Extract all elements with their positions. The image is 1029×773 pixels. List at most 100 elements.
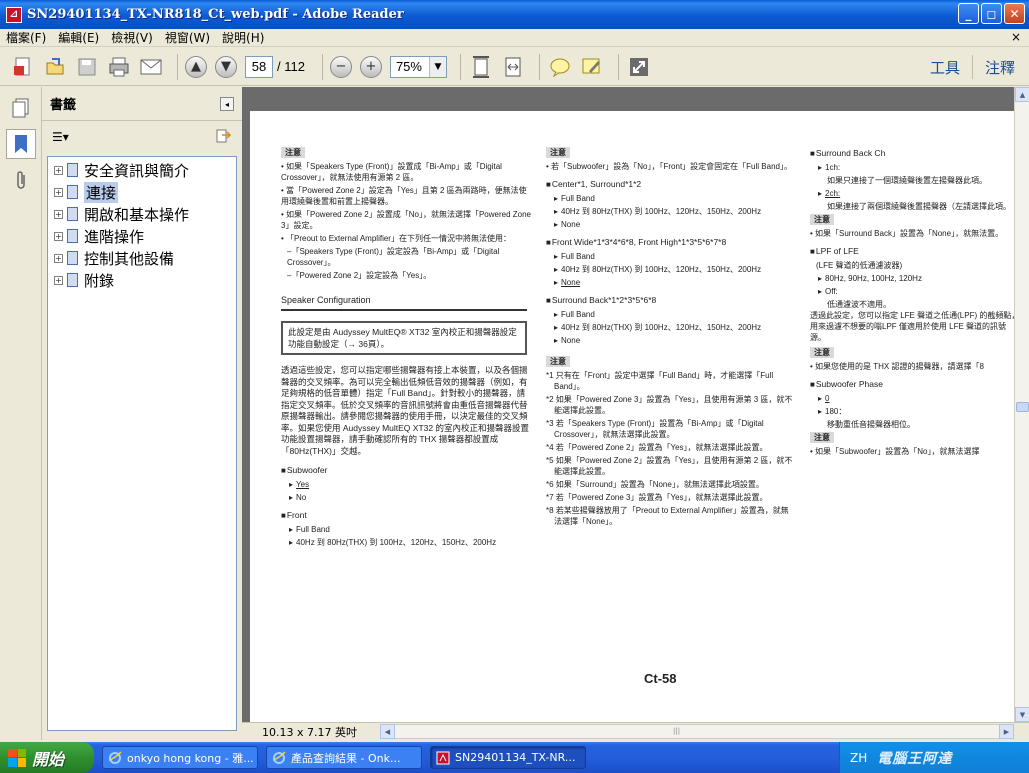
page-column-1: 注意 • 如果「Speakers Type (Front)」設置成「Bi-Amp… (281, 145, 531, 550)
start-button[interactable]: 開始 (0, 742, 94, 773)
find-bookmark-icon[interactable] (216, 127, 232, 147)
scroll-grip[interactable]: ||| (673, 727, 680, 735)
setting-heading: Surround Back Ch (810, 148, 1014, 159)
zoom-in-icon[interactable]: + (359, 55, 382, 78)
setting-option: No (281, 492, 531, 503)
option-label: 2ch: (825, 189, 841, 198)
taskbar-item[interactable]: onkyo hong kong - 雅... (102, 746, 258, 769)
fit-page-icon[interactable] (468, 54, 494, 80)
setting-option: None (546, 219, 794, 230)
page-total: / 112 (277, 59, 305, 74)
expand-icon[interactable]: + (54, 165, 63, 175)
scroll-up-icon[interactable]: ▲ (1015, 87, 1029, 102)
bookmarks-icon[interactable] (6, 129, 36, 159)
menu-file[interactable]: 檔案(F) (0, 29, 52, 46)
zoom-value: 75% (395, 58, 422, 74)
footnote: *5 如果「Powered Zone 2」設置為「Yes」，且使用有源第 2 區… (546, 456, 793, 476)
fullscreen-icon[interactable] (626, 54, 652, 80)
chevron-down-icon[interactable]: ▼ (428, 56, 446, 77)
note-tag: 注意 (810, 432, 834, 443)
collapse-panel-button[interactable]: ◂ (220, 97, 234, 111)
bookmark-item-appendix[interactable]: + 附錄 (48, 269, 236, 291)
bookmark-item-safety[interactable]: + 安全資訊與簡介 (48, 159, 236, 181)
option-description: 如果連接了兩個環繞聲後置揚聲器（左請選擇此項。 (827, 202, 1011, 211)
maximize-button[interactable]: ◻ (981, 3, 1002, 24)
note-item: • 當「Powered Zone 2」設定為「Yes」且第 2 區為兩路時，便無… (281, 186, 527, 206)
close-document-button[interactable]: × (1011, 30, 1021, 44)
bookmark-item-advanced-operation[interactable]: + 進階操作 (48, 225, 236, 247)
document-viewport[interactable]: 注意 • 如果「Speakers Type (Front)」設置成「Bi-Amp… (242, 87, 1014, 722)
setting-option: None (546, 335, 794, 346)
zoom-select[interactable]: 75% ▼ (389, 55, 447, 78)
page-up-icon[interactable]: ▲ (185, 55, 207, 78)
pdf-page: 注意 • 如果「Speakers Type (Front)」設置成「Bi-Amp… (250, 111, 1014, 722)
open-icon[interactable] (42, 54, 68, 80)
ie-icon (272, 750, 286, 765)
menu-window[interactable]: 視窗(W) (159, 29, 216, 46)
expand-icon[interactable]: + (54, 275, 63, 285)
scroll-left-icon[interactable]: ◀ (380, 724, 395, 739)
sticky-note-icon[interactable] (547, 54, 573, 80)
title-bar: ⊿ SN29401134_TX-NR818_Ct_web.pdf - Adobe… (0, 0, 1029, 29)
horizontal-scrollbar[interactable]: ◀ ||| ▶ (380, 724, 1014, 739)
setting-option: Full Band (546, 193, 794, 204)
note-item: • 如果「Subwoofer」設置為「No」，就無法選擇 (810, 447, 980, 456)
comment-link[interactable]: 注釋 (985, 57, 1015, 78)
bookmark-label: 連接 (84, 181, 119, 203)
zoom-out-icon[interactable]: − (329, 55, 352, 78)
setting-option: Full Band (281, 524, 531, 535)
note-tag: 注意 (546, 356, 570, 367)
bookmark-icon (67, 185, 78, 199)
note-item: • 如果「Surround Back」設置為「None」，就無法置。 (810, 229, 1004, 238)
setting-option: 1ch: (810, 162, 1014, 173)
expand-icon[interactable]: + (54, 187, 63, 197)
footnote: *3 若「Speakers Type (Front)」設置為「Bi-Amp」或「… (546, 419, 764, 439)
expand-icon[interactable]: + (54, 253, 63, 263)
taskbar-item[interactable]: 產品查詢結果 - Onk... (266, 746, 422, 769)
bookmark-icon (67, 229, 78, 243)
page-number-input[interactable]: 58 (245, 55, 273, 78)
close-button[interactable]: ✕ (1004, 3, 1025, 24)
highlight-icon[interactable] (579, 54, 605, 80)
tools-link[interactable]: 工具 (930, 57, 960, 78)
fit-width-icon[interactable] (500, 54, 526, 80)
bookmark-options-button[interactable]: ☰▾ (52, 130, 69, 144)
save-icon[interactable] (74, 54, 100, 80)
email-icon[interactable] (138, 54, 164, 80)
bookmark-label: 控制其他設備 (84, 249, 175, 268)
windows-logo-icon (8, 748, 26, 767)
taskbar-item-label: SN29401134_TX-NR... (455, 751, 576, 764)
bookmark-item-connections[interactable]: + 連接 (48, 181, 236, 203)
bookmark-item-control-devices[interactable]: + 控制其他設備 (48, 247, 236, 269)
note-tag: 注意 (546, 147, 570, 158)
scroll-right-icon[interactable]: ▶ (999, 724, 1014, 739)
bookmarks-toolbar: ☰▾ (42, 121, 242, 153)
setting-option: 40Hz 到 80Hz(THX) 到 100Hz、120Hz、150Hz、200… (546, 322, 794, 333)
expand-icon[interactable]: + (54, 231, 63, 241)
menu-help[interactable]: 說明(H) (216, 29, 270, 46)
scroll-thumb[interactable] (1016, 402, 1029, 412)
taskbar-item-active[interactable]: SN29401134_TX-NR... (430, 746, 586, 769)
toolbar-separator (538, 53, 540, 80)
bookmark-label: 安全資訊與簡介 (84, 161, 190, 180)
menu-bar: 檔案(F) 編輯(E) 檢視(V) 視窗(W) 說明(H) × (0, 29, 1029, 47)
toolbar-separator (459, 53, 461, 80)
attachments-icon[interactable] (6, 165, 36, 195)
minimize-button[interactable]: _ (958, 3, 979, 24)
setting-heading: Front Wide*1*3*4*6*8, Front High*1*3*5*6… (546, 237, 794, 248)
vertical-scrollbar[interactable]: ▲ ▼ (1014, 87, 1029, 722)
page-down-icon[interactable]: ▼ (215, 55, 237, 78)
bookmark-item-basic-operation[interactable]: + 開啟和基本操作 (48, 203, 236, 225)
print-icon[interactable] (106, 54, 132, 80)
menu-view[interactable]: 檢視(V) (105, 29, 159, 46)
option-description: 移動重低音揚聲器相位。 (827, 420, 915, 429)
create-pdf-icon[interactable] (10, 54, 36, 80)
taskbar-item-label: onkyo hong kong - 雅... (127, 751, 254, 765)
setting-heading: Subwoofer Phase (810, 379, 1014, 390)
scroll-down-icon[interactable]: ▼ (1015, 707, 1029, 722)
expand-icon[interactable]: + (54, 209, 63, 219)
menu-edit[interactable]: 編輯(E) (52, 29, 105, 46)
page-thumbnails-icon[interactable] (6, 93, 36, 123)
language-indicator[interactable]: ZH (850, 751, 867, 765)
setting-option: 40Hz 到 80Hz(THX) 到 100Hz、120Hz、150Hz、200… (546, 206, 794, 217)
